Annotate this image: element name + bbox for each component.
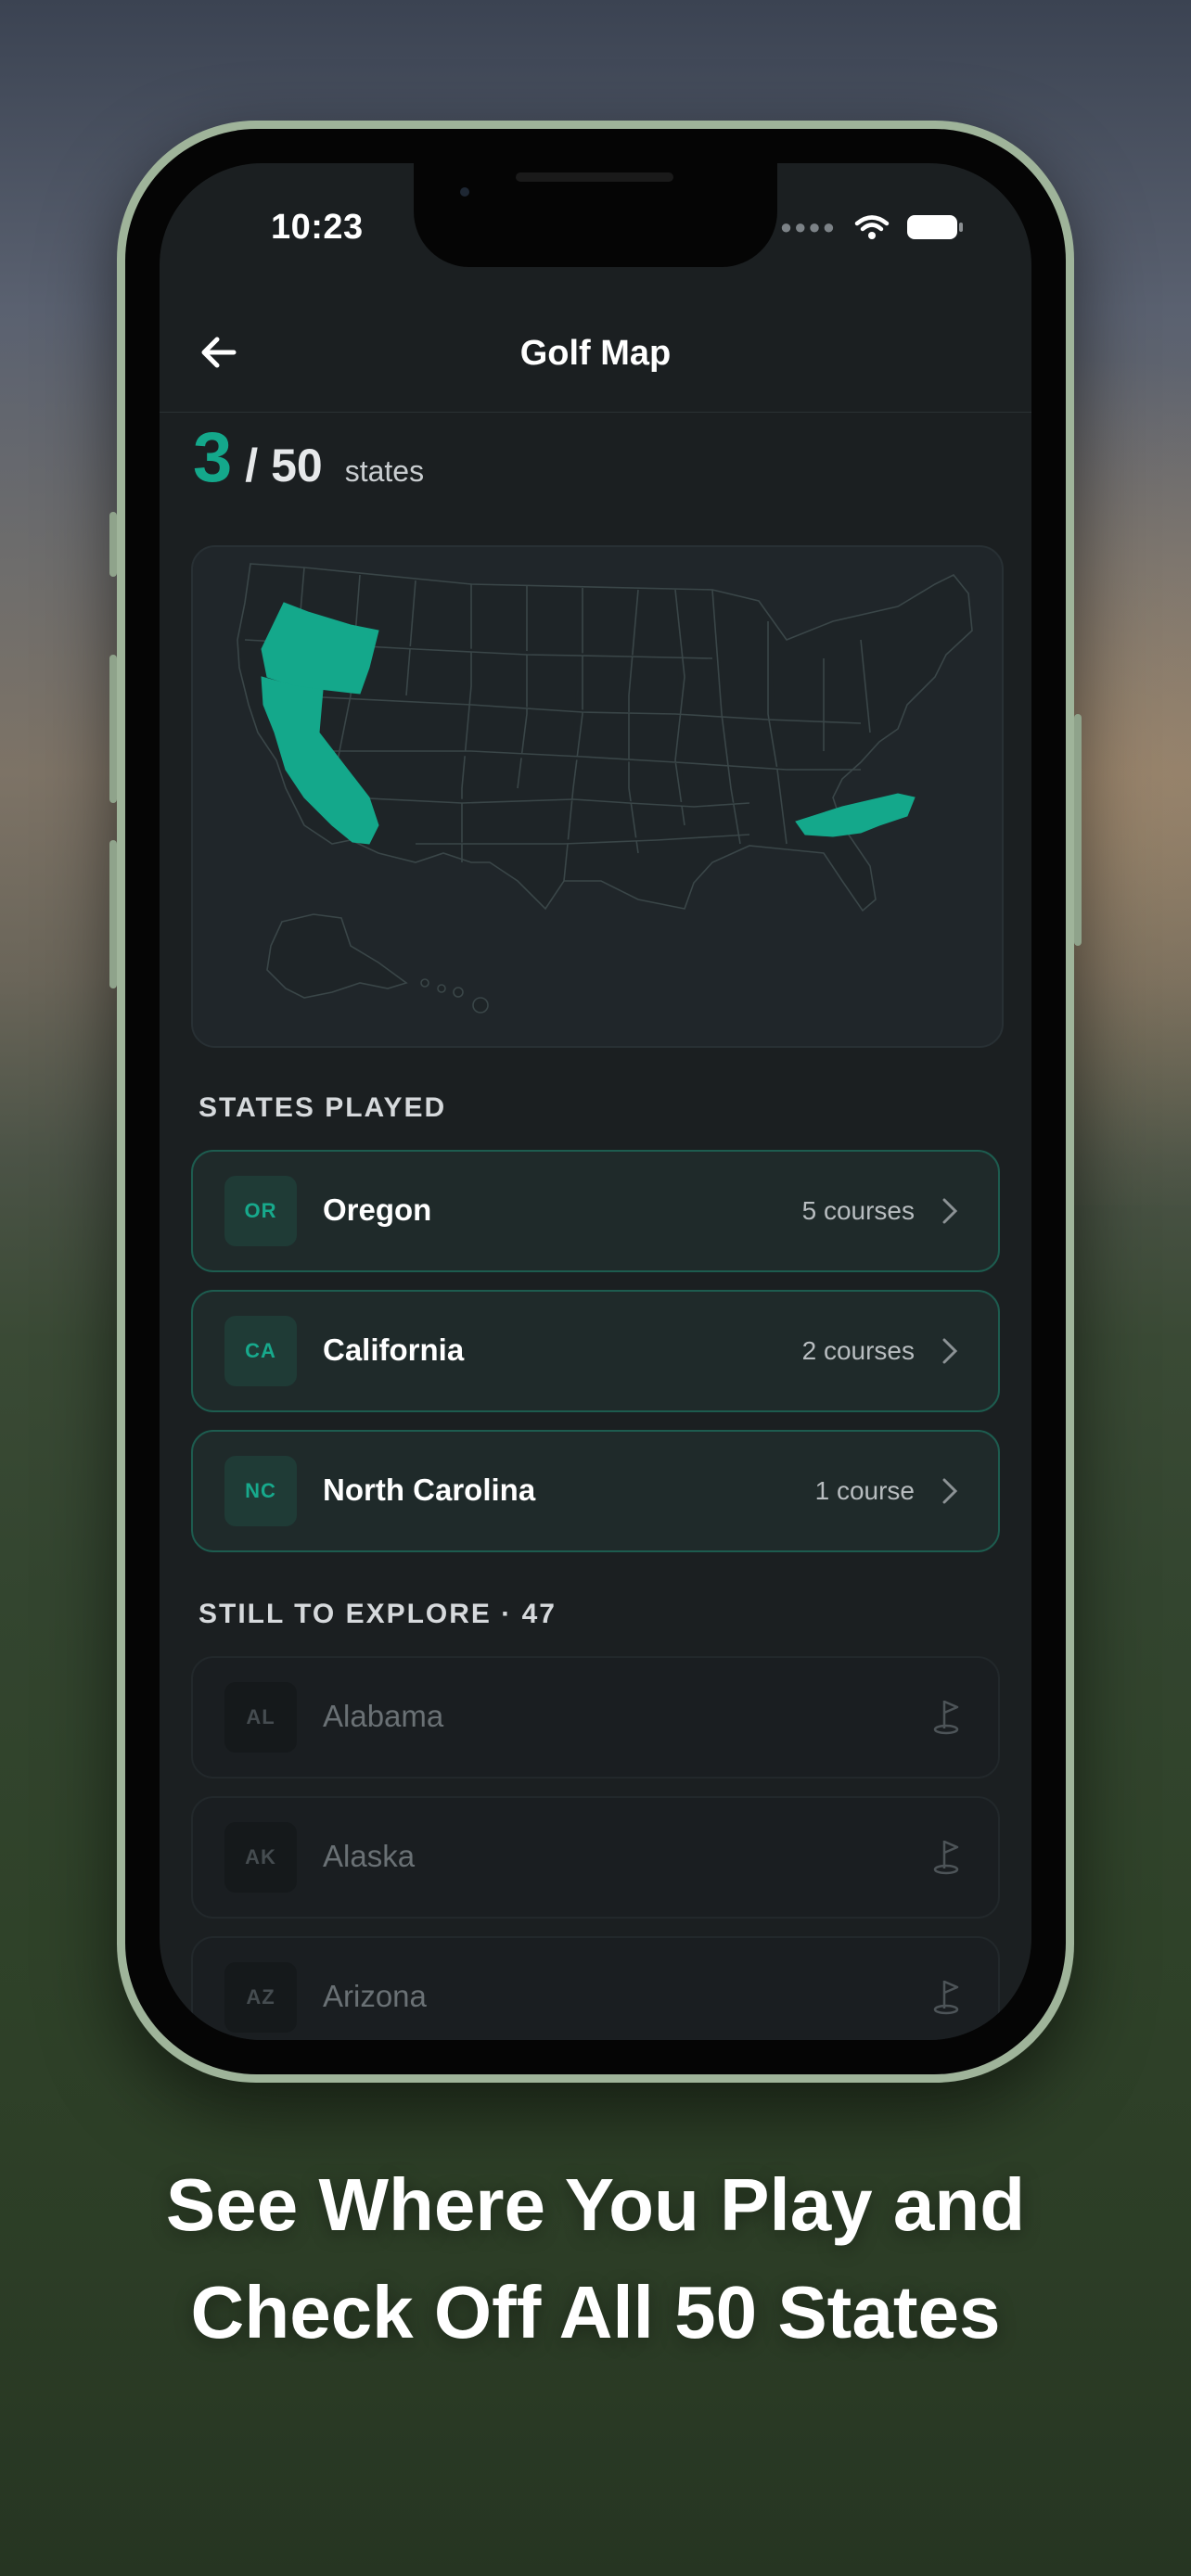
caption-line-2: Check Off All 50 States	[190, 2271, 1001, 2353]
speaker	[516, 172, 673, 182]
golf-flag-icon	[933, 1700, 959, 1735]
camera-dot	[460, 187, 469, 197]
states-counter: 3 / 50 states	[193, 417, 424, 498]
side-button-silent	[109, 512, 117, 577]
played-row-california[interactable]: CA California 2 courses	[191, 1290, 1000, 1412]
states-played-heading: STATES PLAYED	[198, 1092, 447, 1123]
status-time: 10:23	[271, 208, 364, 247]
course-count: 2 courses	[801, 1336, 915, 1365]
chevron-right-icon	[942, 1478, 958, 1504]
course-count: 1 course	[814, 1476, 915, 1505]
state-abbr-badge: OR	[224, 1176, 297, 1246]
chevron-right-icon	[942, 1338, 958, 1364]
played-row-north-carolina[interactable]: NC North Carolina 1 course	[191, 1430, 1000, 1552]
state-abbr-badge: AL	[224, 1682, 297, 1753]
state-abbr-badge: AZ	[224, 1962, 297, 2033]
state-abbr-badge: CA	[224, 1316, 297, 1386]
state-name: Oregon	[323, 1192, 432, 1227]
state-abbr-badge: AK	[224, 1822, 297, 1893]
signal-icon: ●●●●	[779, 215, 837, 238]
todo-row-arizona[interactable]: AZ Arizona	[191, 1936, 1000, 2040]
status-icons: ●●●●	[779, 213, 963, 241]
still-to-explore-heading: STILL TO EXPLORE · 47	[198, 1599, 557, 1629]
navigation-bar: Golf Map	[160, 293, 1031, 413]
state-abbr-badge: NC	[224, 1456, 297, 1526]
state-name: Arizona	[323, 1979, 427, 2013]
caption-line-1: See Where You Play and	[165, 2163, 1026, 2246]
golf-flag-icon	[933, 1980, 959, 2015]
side-button-volume-down	[109, 840, 117, 988]
side-button-power	[1074, 714, 1082, 946]
todo-row-alaska[interactable]: AK Alaska	[191, 1796, 1000, 1919]
played-row-oregon[interactable]: OR Oregon 5 courses	[191, 1150, 1000, 1272]
promo-caption: See Where You Play and Check Off All 50 …	[0, 2151, 1191, 2366]
us-map[interactable]	[193, 547, 1002, 1046]
course-count: 5 courses	[801, 1196, 915, 1225]
battery-icon	[907, 215, 963, 239]
counter-unit: states	[344, 454, 425, 488]
state-name: North Carolina	[323, 1473, 536, 1507]
us-mainland	[237, 563, 973, 912]
side-button-volume-up	[109, 655, 117, 803]
state-name: Alabama	[323, 1699, 444, 1733]
app-screen: 10:23 ●●●● Golf Map 3 / 50 states STATES…	[160, 163, 1031, 2040]
page-title: Golf Map	[519, 334, 672, 373]
state-name: California	[323, 1333, 465, 1367]
todo-row-alabama[interactable]: AL Alabama	[191, 1656, 1000, 1779]
chevron-right-icon	[942, 1198, 958, 1224]
wifi-icon	[854, 215, 890, 239]
alaska	[266, 913, 408, 999]
us-map-card[interactable]	[191, 545, 1004, 1048]
played-count: 3	[193, 418, 233, 497]
total-count: / 50	[245, 440, 323, 491]
golf-flag-icon	[933, 1840, 959, 1875]
state-name: Alaska	[323, 1839, 416, 1873]
